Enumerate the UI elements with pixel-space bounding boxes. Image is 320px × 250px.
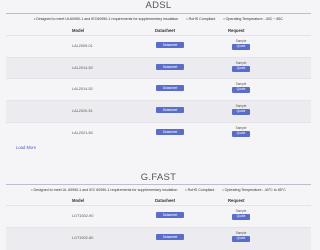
sample-link[interactable]: Sample bbox=[232, 82, 250, 86]
table-row: LAL2020-51 Datasheet Sample Quote bbox=[6, 100, 311, 123]
table-row: LGT1502-80 Datasheet Sample Quote bbox=[6, 227, 311, 250]
section-title-adsl: ADSL bbox=[145, 0, 172, 11]
section-title-gfast: G.FAST bbox=[140, 172, 177, 183]
model-number: LAL2014-52 bbox=[72, 87, 93, 91]
model-number: LGT1502-80 bbox=[72, 236, 94, 240]
quote-button[interactable]: Quote bbox=[232, 236, 250, 242]
model-number: LAL2021-50 bbox=[72, 131, 93, 135]
datasheet-button[interactable]: Datasheet bbox=[156, 85, 184, 91]
quote-button[interactable]: Quote bbox=[232, 214, 250, 220]
load-more-link[interactable]: Load More bbox=[16, 145, 36, 150]
feature-item: RoHS Compliant bbox=[185, 188, 215, 192]
quote-button[interactable]: Quote bbox=[232, 44, 250, 50]
sample-link[interactable]: Sample bbox=[232, 209, 250, 213]
column-header-model: Model bbox=[72, 198, 85, 203]
sample-link[interactable]: Sample bbox=[232, 39, 250, 43]
feature-item: RoHS Compliant bbox=[186, 17, 216, 21]
table-row: LAL2021-50 Datasheet Sample Quote bbox=[6, 122, 311, 144]
model-number: LAL2014-50 bbox=[72, 66, 93, 70]
datasheet-button[interactable]: Datasheet bbox=[156, 42, 184, 48]
feature-item: Designed to meet UL60950-1 and IEC60950-… bbox=[34, 17, 178, 21]
model-number: LAL2020-51 bbox=[72, 109, 93, 113]
quote-button[interactable]: Quote bbox=[232, 66, 250, 72]
feature-list-adsl: Designed to meet UL60950-1 and IEC60950-… bbox=[0, 17, 317, 21]
column-header-datasheet: Datasheet bbox=[155, 198, 176, 203]
column-header-request: Request bbox=[228, 28, 245, 33]
table-header-gfast: Model Datasheet Request bbox=[6, 197, 311, 205]
table-row: LAL2009-01 Datasheet Sample Quote bbox=[6, 35, 311, 58]
section-divider bbox=[6, 184, 311, 185]
quote-button[interactable]: Quote bbox=[232, 87, 250, 93]
sample-link[interactable]: Sample bbox=[232, 231, 250, 235]
quote-button[interactable]: Quote bbox=[232, 131, 250, 137]
table-row: LGT1502-90 Datasheet Sample Quote bbox=[6, 205, 311, 228]
datasheet-button[interactable]: Datasheet bbox=[156, 129, 184, 135]
quote-button[interactable]: Quote bbox=[232, 109, 250, 115]
column-header-model: Model bbox=[72, 28, 85, 33]
table-header-adsl: Model Datasheet Request bbox=[6, 27, 311, 35]
sample-link[interactable]: Sample bbox=[232, 104, 250, 108]
feature-item: Operating Temperature: -40C ~ 85C bbox=[223, 17, 283, 21]
datasheet-button[interactable]: Datasheet bbox=[156, 212, 184, 218]
feature-item: Operating Temperature: -40°C to 85°C bbox=[222, 188, 286, 192]
datasheet-button[interactable]: Datasheet bbox=[156, 64, 184, 70]
datasheet-button[interactable]: Datasheet bbox=[156, 234, 184, 240]
column-header-request: Request bbox=[228, 198, 245, 203]
table-row: LAL2014-50 Datasheet Sample Quote bbox=[6, 57, 311, 79]
sample-link[interactable]: Sample bbox=[232, 126, 250, 130]
section-divider bbox=[6, 13, 311, 14]
model-number: LGT1502-90 bbox=[72, 214, 94, 218]
model-number: LAL2009-01 bbox=[72, 44, 93, 48]
sample-link[interactable]: Sample bbox=[232, 61, 250, 65]
feature-list-gfast: Designed to meet UL 60950-1 and IEC 6095… bbox=[0, 188, 317, 192]
table-row: LAL2014-52 Datasheet Sample Quote bbox=[6, 78, 311, 101]
feature-item: Designed to meet UL 60950-1 and IEC 6095… bbox=[31, 188, 177, 192]
product-listing-page: ADSL Designed to meet UL60950-1 and IEC6… bbox=[0, 0, 317, 250]
datasheet-button[interactable]: Datasheet bbox=[156, 107, 184, 113]
column-header-datasheet: Datasheet bbox=[155, 28, 176, 33]
